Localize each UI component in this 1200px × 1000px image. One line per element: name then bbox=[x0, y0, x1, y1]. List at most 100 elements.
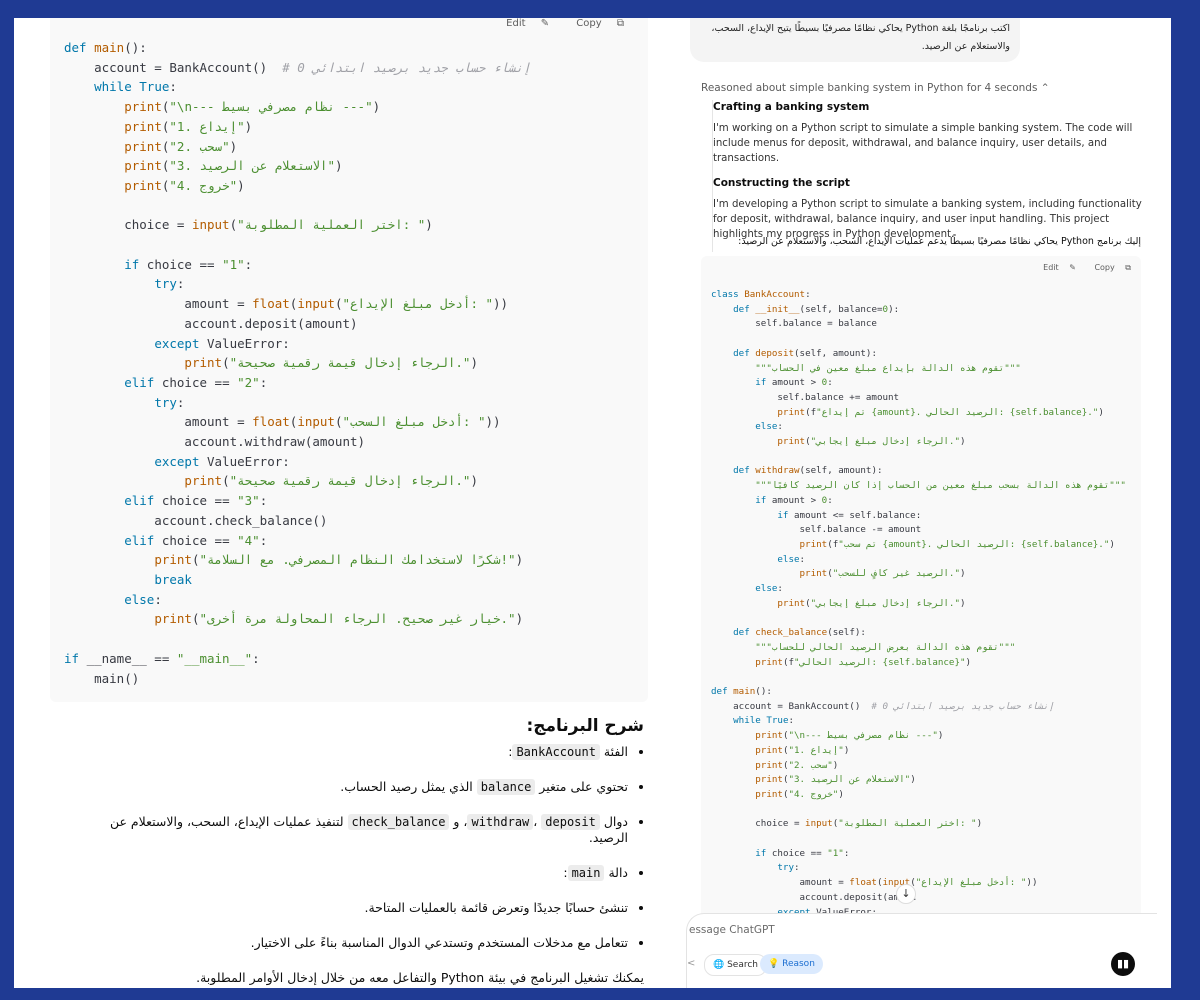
explanation-text: تحتوي على متغير bbox=[535, 779, 628, 794]
message-input[interactable]: essage ChatGPT bbox=[689, 924, 775, 936]
code-token: float bbox=[252, 414, 290, 430]
code-token: def bbox=[711, 685, 734, 697]
code-token: choice == bbox=[161, 532, 238, 548]
code-token: "2. سحب" bbox=[788, 759, 833, 771]
reason-button[interactable]: 💡 Reason bbox=[760, 954, 823, 974]
edit-button[interactable]: Edit ✎ bbox=[494, 18, 549, 29]
reasoning-label: Reasoned about simple banking system in … bbox=[701, 82, 1038, 94]
code-token: "3" bbox=[237, 493, 260, 509]
code-token: if bbox=[777, 509, 794, 521]
code-token: withdraw bbox=[755, 465, 800, 477]
code-token: else bbox=[755, 421, 778, 433]
copy-button[interactable]: Copy ⧉ bbox=[1086, 263, 1131, 272]
code-token: "أدخل مبلغ الإيداع: " bbox=[342, 296, 494, 312]
code-line: main() bbox=[64, 671, 139, 686]
code-line: account.check_balance() bbox=[64, 513, 327, 528]
code-token: "الرجاء إدخال مبلغ إيجابي." bbox=[810, 436, 960, 448]
code-token: ) bbox=[937, 730, 944, 742]
code-token: : bbox=[827, 494, 833, 506]
code-token: break bbox=[154, 571, 192, 587]
scroll-to-bottom-button[interactable]: ↓ bbox=[896, 884, 916, 904]
code-token: ) bbox=[425, 217, 433, 233]
code-token: def bbox=[733, 347, 756, 359]
code-text[interactable]: class BankAccount: def __init__(self, ba… bbox=[711, 288, 1126, 920]
code-token: "الرصيد غير كافٍ للسحب." bbox=[832, 568, 960, 580]
code-token: : bbox=[794, 862, 800, 874]
code-line: try: bbox=[64, 395, 184, 410]
code-line: print("الرجاء إدخال قيمة رقمية صحيحة.") bbox=[64, 473, 478, 488]
code-line: account.deposit(amou… bbox=[711, 892, 916, 903]
code-token: ) bbox=[229, 138, 238, 154]
code-text[interactable]: def main(): account = BankAccount() # 0 … bbox=[64, 38, 531, 688]
screenshot-frame: Edit ✎ Copy ⧉ def main(): account = Bank… bbox=[14, 18, 1171, 988]
code-token: "4. خروج" bbox=[169, 177, 238, 193]
code-line: self.balance -= amount bbox=[711, 524, 922, 535]
code-line: else: bbox=[711, 554, 805, 565]
code-line: try: bbox=[64, 276, 184, 291]
reasoning-details: Crafting a banking system I'm working on… bbox=[712, 100, 1143, 252]
code-token: (self, balance= bbox=[799, 303, 883, 315]
code-token: choice == bbox=[161, 374, 238, 390]
explanation-text: الفئة bbox=[599, 744, 628, 759]
chevron-up-icon: ⌃ bbox=[1040, 82, 1050, 94]
explanation-item: الفئة BankAccount: bbox=[84, 744, 628, 760]
code-token: "الرجاء إدخال قيمة رقمية صحيحة." bbox=[229, 473, 471, 489]
inline-code: balance bbox=[476, 779, 536, 795]
code-token: "الرجاء إدخال مبلغ إيجابي." bbox=[810, 597, 960, 609]
code-token: deposit bbox=[755, 347, 795, 359]
code-line: while True: bbox=[64, 79, 177, 94]
code-token: amount = bbox=[711, 877, 850, 889]
code-token: def bbox=[733, 303, 756, 315]
code-line: def check_balance(self): bbox=[711, 627, 866, 638]
code-token: ValueError: bbox=[207, 335, 290, 351]
code-token: ) bbox=[334, 158, 343, 174]
code-token: check_balance bbox=[755, 627, 828, 639]
code-token: main bbox=[733, 685, 756, 697]
code-token: if bbox=[64, 650, 87, 666]
code-token: if bbox=[755, 494, 772, 506]
edit-label: Edit bbox=[506, 18, 526, 29]
code-token: ) bbox=[960, 568, 966, 580]
code-block-actions: Edit ✎ Copy ⧉ bbox=[1027, 263, 1131, 273]
code-token: ): bbox=[888, 303, 900, 315]
copy-button[interactable]: Copy ⧉ bbox=[564, 18, 624, 29]
voice-mode-button[interactable]: ▮▮ bbox=[1111, 952, 1135, 976]
attach-button[interactable]: < bbox=[687, 958, 695, 969]
edit-icon: ✎ bbox=[1069, 263, 1076, 272]
code-line: def main(): bbox=[64, 40, 147, 55]
reasoning-toggle[interactable]: Reasoned about simple banking system in … bbox=[701, 82, 1050, 94]
code-token: __name__ == bbox=[86, 650, 177, 666]
code-token: "1. إيداع" bbox=[788, 744, 844, 756]
thought-title: Crafting a banking system bbox=[713, 101, 870, 113]
code-token: ) bbox=[470, 355, 478, 371]
code-token: : bbox=[176, 394, 185, 410]
code-line: amount = float(input("أدخل مبلغ الإيداع:… bbox=[711, 877, 1038, 889]
edit-button[interactable]: Edit ✎ bbox=[1035, 263, 1076, 272]
copy-label: Copy bbox=[1094, 263, 1115, 272]
search-label: Search bbox=[727, 960, 759, 970]
code-line: except ValueError: bbox=[64, 335, 290, 351]
code-token: : bbox=[799, 553, 806, 565]
code-token: ( bbox=[229, 217, 238, 233]
search-button[interactable]: 🌐 Search bbox=[704, 954, 768, 976]
code-token: : bbox=[827, 377, 833, 389]
code-line: else: bbox=[64, 592, 162, 607]
user-message-bubble: اكتب برنامجًا بلغة Python يحاكي نظامًا م… bbox=[690, 18, 1020, 62]
explanation-closing: يمكنك تشغيل البرنامج في بيئة Python والت… bbox=[196, 970, 644, 985]
code-line: if choice == "1": bbox=[711, 848, 849, 859]
